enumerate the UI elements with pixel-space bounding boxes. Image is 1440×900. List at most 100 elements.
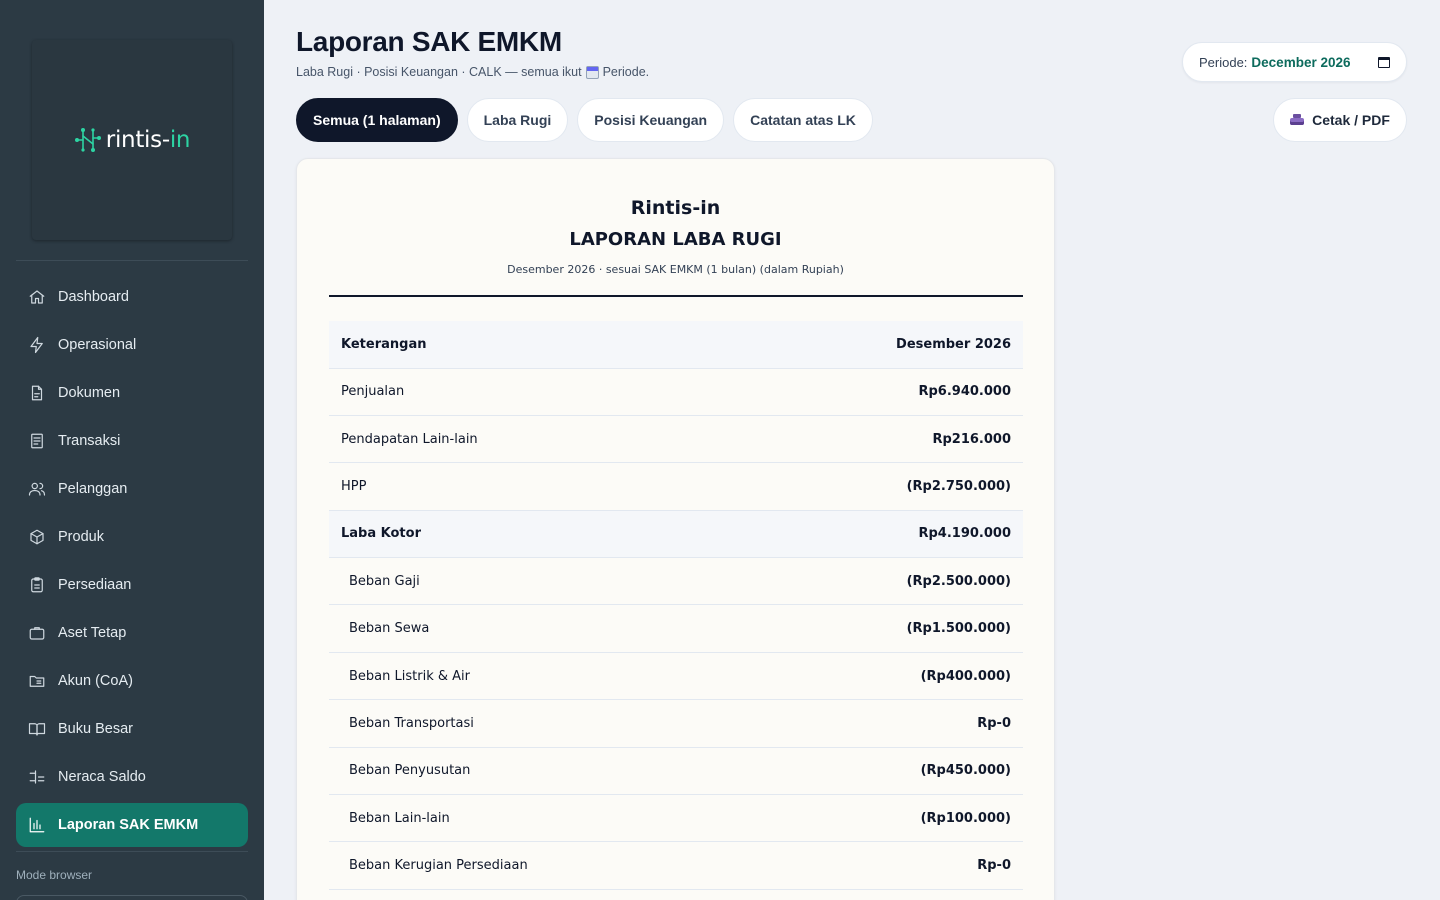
sidebar-item-label: Dashboard [58, 289, 129, 305]
sidebar-item-label: Dokumen [58, 385, 121, 401]
period-picker[interactable]: Periode: December 2026 [1182, 42, 1407, 82]
table-row: Beban Listrik & Air (Rp400.000) [329, 652, 1023, 701]
print-pdf-label: Cetak / PDF [1312, 112, 1390, 128]
sidebar-item-akun-coa[interactable]: Akun (CoA) [16, 659, 248, 703]
sidebar-item-neraca-saldo[interactable]: Neraca Saldo [16, 755, 248, 799]
brand-wordmark: rintis-in [105, 127, 191, 153]
report-subtitle: Desember 2026 · sesuai SAK EMKM (1 bulan… [507, 263, 844, 276]
book-icon [28, 720, 46, 738]
mode-select[interactable] [16, 895, 248, 900]
sidebar-item-laporan-sak-emkm[interactable]: Laporan SAK EMKM [16, 803, 248, 847]
users-icon [28, 480, 46, 498]
row-label: Beban Lain-lain [329, 794, 748, 843]
sidebar-item-produk[interactable]: Produk [16, 515, 248, 559]
bar-chart-icon [28, 816, 46, 834]
row-value: (Rp450.000) [747, 747, 1023, 796]
row-value: Rp216.000 [747, 415, 1023, 464]
tab-laba-rugi[interactable]: Laba Rugi [466, 98, 569, 142]
sidebar-item-label: Produk [58, 529, 104, 545]
sidebar-item-label: Neraca Saldo [58, 769, 146, 785]
row-value: (Rp1.500.000) [747, 604, 1023, 653]
sidebar: rintis-in Dashboard Operasional Dokumen … [0, 0, 264, 900]
sidebar-item-operasional[interactable]: Operasional [16, 323, 248, 367]
row-label: Beban Gaji [329, 557, 748, 606]
print-pdf-button[interactable]: Cetak / PDF [1273, 98, 1407, 142]
mode-label: Mode browser [16, 868, 93, 882]
income-statement-table: Keterangan Desember 2026 Penjualan Rp6.9… [329, 321, 1023, 890]
page-title: Laporan SAK EMKM [296, 26, 562, 57]
bolt-icon [28, 336, 46, 354]
table-row: Beban Lain-lain (Rp100.000) [329, 794, 1023, 843]
page-subtitle: Laba Rugi · Posisi Keuangan · CALK — sem… [296, 65, 649, 79]
table-row: Beban Gaji (Rp2.500.000) [329, 557, 1023, 606]
row-label: Pendapatan Lain-lain [329, 415, 748, 464]
sidebar-divider [16, 260, 248, 261]
table-row-total: Laba Kotor Rp4.190.000 [329, 510, 1023, 559]
row-label: Laba Kotor [329, 510, 748, 559]
column-header-period: Desember 2026 [747, 321, 1023, 369]
row-label: Penjualan [329, 368, 748, 416]
clipboard-icon [28, 576, 46, 594]
tab-posisi-keuangan[interactable]: Posisi Keuangan [577, 98, 725, 142]
folder-icon [28, 672, 46, 690]
sidebar-item-dokumen[interactable]: Dokumen [16, 371, 248, 415]
sidebar-item-label: Transaksi [58, 433, 121, 449]
sidebar-nav: Dashboard Operasional Dokumen Transaksi … [16, 275, 248, 851]
sidebar-item-transaksi[interactable]: Transaksi [16, 419, 248, 463]
table-row: Penjualan Rp6.940.000 [329, 368, 1023, 416]
table-row: Beban Kerugian Persediaan Rp-0 [329, 841, 1023, 890]
row-value: Rp-0 [747, 699, 1023, 748]
sidebar-item-label: Laporan SAK EMKM [58, 817, 199, 833]
table-row: Beban Penyusutan (Rp450.000) [329, 747, 1023, 796]
sidebar-item-buku-besar[interactable]: Buku Besar [16, 707, 248, 751]
row-label: Beban Transportasi [329, 699, 748, 748]
briefcase-icon [28, 624, 46, 642]
sidebar-item-pelanggan[interactable]: Pelanggan [16, 467, 248, 511]
column-header-keterangan: Keterangan [329, 321, 748, 369]
brand-network-icon [74, 128, 101, 152]
sidebar-item-label: Pelanggan [58, 481, 128, 497]
table-row: Beban Sewa (Rp1.500.000) [329, 604, 1023, 653]
row-value: (Rp100.000) [747, 794, 1023, 843]
row-value: Rp6.940.000 [747, 368, 1023, 416]
period-value[interactable]: December 2026 [1251, 55, 1350, 70]
row-label: Beban Kerugian Persediaan [329, 841, 748, 890]
row-label: Beban Listrik & Air [329, 652, 748, 701]
printer-icon [1290, 113, 1305, 127]
page-subtitle-text: Laba Rugi · Posisi Keuangan · CALK — sem… [296, 65, 582, 79]
sidebar-divider-bottom [16, 851, 248, 852]
row-label: Beban Penyusutan [329, 747, 748, 796]
document-icon [28, 384, 46, 402]
row-label: Beban Sewa [329, 604, 748, 653]
sidebar-item-aset-tetap[interactable]: Aset Tetap [16, 611, 248, 655]
brand-logo-card[interactable]: rintis-in [32, 40, 232, 240]
table-row: HPP (Rp2.750.000) [329, 462, 1023, 511]
sidebar-item-label: Persediaan [58, 577, 132, 593]
box-icon [28, 528, 46, 546]
tab-catatan-atas-lk[interactable]: Catatan atas LK [733, 98, 873, 142]
report-card: Rintis-in LAPORAN LABA RUGI Desember 202… [296, 158, 1055, 900]
sidebar-item-label: Operasional [58, 337, 137, 353]
table-row: Pendapatan Lain-lain Rp216.000 [329, 415, 1023, 464]
report-company: Rintis-in [630, 197, 721, 219]
row-value: (Rp2.500.000) [747, 557, 1023, 606]
calendar-picker-icon[interactable] [1378, 56, 1390, 68]
receipt-icon [28, 432, 46, 450]
tab-semua[interactable]: Semua (1 halaman) [296, 98, 458, 142]
row-value: (Rp400.000) [747, 652, 1023, 701]
sidebar-item-persediaan[interactable]: Persediaan [16, 563, 248, 607]
row-value: (Rp2.750.000) [747, 462, 1023, 511]
sidebar-item-dashboard[interactable]: Dashboard [16, 275, 248, 319]
page-subtitle-text-end: Periode. [602, 65, 650, 79]
report-rule [329, 295, 1023, 297]
row-label: HPP [329, 462, 748, 511]
scale-icon [28, 768, 46, 786]
row-value: Rp-0 [747, 841, 1023, 890]
period-label: Periode: [1199, 54, 1248, 70]
report-title: LAPORAN LABA RUGI [569, 229, 782, 250]
sidebar-item-label: Buku Besar [58, 721, 133, 737]
sidebar-item-label: Akun (CoA) [58, 673, 133, 689]
sidebar-item-label: Aset Tetap [58, 625, 127, 641]
table-header-row: Keterangan Desember 2026 [329, 321, 1023, 369]
report-tabs: Semua (1 halaman) Laba Rugi Posisi Keuan… [296, 98, 873, 142]
